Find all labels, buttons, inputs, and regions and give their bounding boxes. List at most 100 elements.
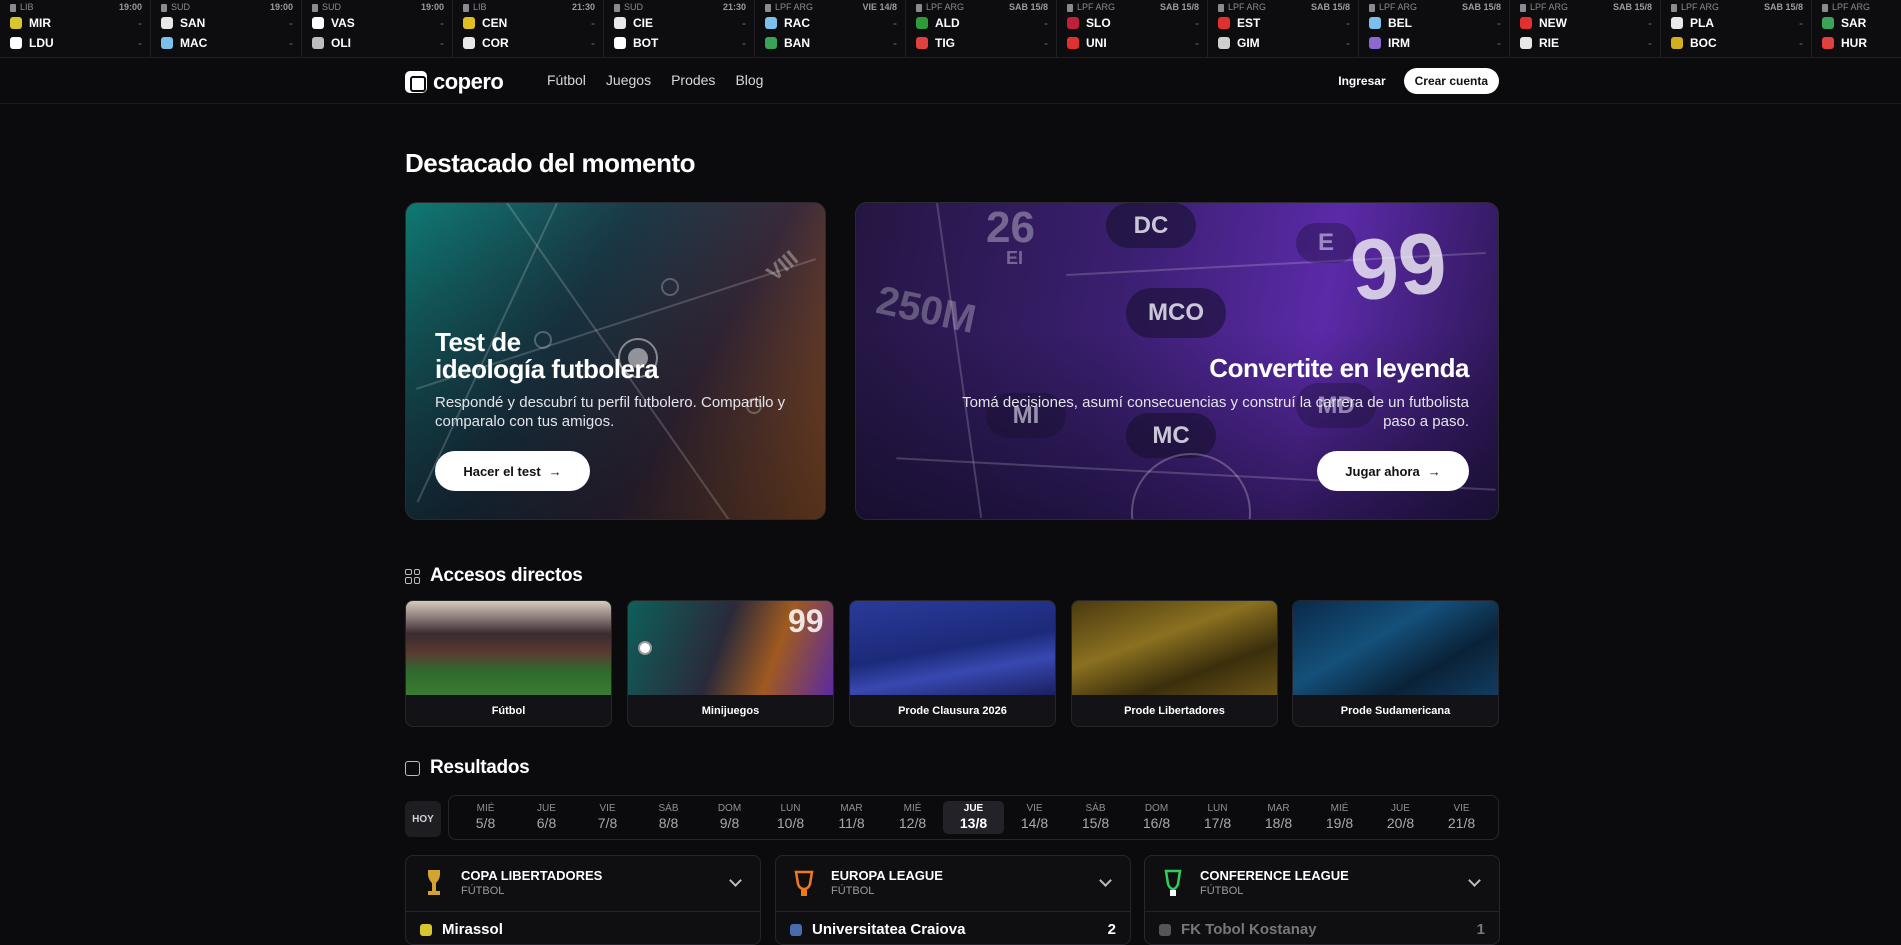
team-abbr: SLO: [1086, 16, 1111, 30]
ticker-match[interactable]: LPF ARG SAB 15/8 EST - GIM -: [1208, 0, 1359, 57]
competition-card-europa-league[interactable]: EUROPA LEAGUE FÚTBOL Universitatea Craio…: [775, 855, 1131, 945]
competition-sport: FÚTBOL: [831, 885, 875, 897]
day-option[interactable]: LUN 10/8: [760, 801, 821, 834]
competition-card-conference-league[interactable]: CONFERENCE LEAGUE FÚTBOL FK Tobol Kostan…: [1144, 855, 1500, 945]
day-date: 5/8: [475, 815, 496, 831]
ideology-test-card[interactable]: VIII Test de ideología futbolera Respond…: [405, 202, 826, 520]
shortcut-prode-clausura[interactable]: Prode Clausura 2026: [849, 600, 1056, 727]
match-row[interactable]: Mirassol: [420, 921, 746, 938]
ticker-match[interactable]: LPF ARG SAB 15/8 BEL - IRM -: [1359, 0, 1510, 57]
shortcut-prode-libertadores[interactable]: Prode Libertadores: [1071, 600, 1278, 727]
team-score: 1: [1476, 921, 1485, 938]
day-date: 17/8: [1203, 815, 1232, 831]
day-option[interactable]: VIE 14/8: [1004, 801, 1065, 834]
ticker-match[interactable]: LPF ARG VIE 14/8 RAC - BAN -: [755, 0, 906, 57]
league-icon: [765, 3, 771, 12]
take-test-button[interactable]: Hacer el test →: [435, 451, 590, 491]
team-abbr: MIR: [29, 16, 51, 30]
chevron-down-icon[interactable]: [729, 874, 742, 887]
team-crest-icon: [463, 17, 475, 29]
ticker-match[interactable]: LPF ARG SAR HUR: [1812, 0, 1901, 57]
featured-title: Destacado del momento: [405, 148, 696, 178]
libertadores-image: [1072, 601, 1277, 695]
team-abbr: SAR: [1841, 16, 1867, 30]
shortcut-futbol[interactable]: Fútbol: [405, 600, 612, 727]
ticker-match[interactable]: SUD 19:00 SAN - MAC -: [151, 0, 302, 57]
league-label: SUD: [322, 2, 342, 12]
day-option[interactable]: VIE 7/8: [577, 801, 638, 834]
team-abbr: LDU: [29, 36, 54, 50]
legend-game-card[interactable]: DC MCO MC MI MD E 99 26 250M EI Converti…: [855, 202, 1499, 520]
day-option[interactable]: JUE 6/8: [516, 801, 577, 834]
competition-name: CONFERENCE LEAGUE: [1200, 868, 1349, 883]
team-abbr: BOT: [633, 36, 659, 50]
ticker-home-row: EST -: [1218, 13, 1350, 33]
day-option[interactable]: JUE 20/8: [1370, 801, 1431, 834]
match-time: 21:30: [722, 2, 746, 12]
logo[interactable]: copero: [405, 69, 504, 95]
team-abbr: PLA: [1690, 16, 1714, 30]
team-crest-icon: [1218, 17, 1230, 29]
ticker-match[interactable]: LIB 19:00 MIR - LDU -: [0, 0, 151, 57]
ticker-match[interactable]: SUD 19:00 VAS - OLI -: [302, 0, 453, 57]
team-crest-icon: [1520, 17, 1532, 29]
decor-ei: EI: [1006, 248, 1024, 268]
login-link[interactable]: Ingresar: [1338, 74, 1385, 88]
today-button[interactable]: HOY: [405, 801, 441, 837]
day-name: VIE: [599, 803, 616, 814]
day-option[interactable]: MAR 11/8: [821, 801, 882, 834]
day-option[interactable]: DOM 16/8: [1126, 801, 1187, 834]
day-name: JUE: [1391, 803, 1410, 814]
ticker-match[interactable]: LPF ARG SAB 15/8 SLO - UNI -: [1057, 0, 1208, 57]
results-title: Resultados: [430, 757, 530, 778]
league-icon: [1369, 3, 1375, 12]
team-abbr: RIE: [1539, 36, 1560, 50]
league-icon: [916, 3, 922, 12]
day-option[interactable]: MIÉ 12/8: [882, 801, 943, 834]
ticker-match[interactable]: LPF ARG SAB 15/8 NEW - RIE -: [1510, 0, 1661, 57]
day-date: 16/8: [1142, 815, 1171, 831]
match-row[interactable]: FK Tobol Kostanay 1: [1159, 921, 1485, 938]
day-date: 15/8: [1081, 815, 1110, 831]
shortcut-label: Minijuegos: [701, 705, 760, 717]
nav-link-prodes[interactable]: Prodes: [671, 72, 715, 88]
day-option[interactable]: MIÉ 5/8: [455, 801, 516, 834]
competition-card-libertadores[interactable]: COPA LIBERTADORES FÚTBOL Mirassol: [405, 855, 761, 945]
ticker-home-row: SAR: [1822, 13, 1901, 33]
ticker-match[interactable]: SUD 21:30 CIE - BOT -: [604, 0, 755, 57]
play-now-button[interactable]: Jugar ahora →: [1317, 451, 1469, 491]
nav-link-futbol[interactable]: Fútbol: [547, 72, 586, 88]
chevron-down-icon[interactable]: [1099, 874, 1112, 887]
day-option[interactable]: MIÉ 19/8: [1309, 801, 1370, 834]
day-option[interactable]: DOM 9/8: [699, 801, 760, 834]
team-score: -: [1195, 16, 1199, 30]
ticker-match[interactable]: LPF ARG SAB 15/8 ALD - TIG -: [906, 0, 1057, 57]
day-option[interactable]: SÁB 15/8: [1065, 801, 1126, 834]
ticker-match[interactable]: LIB 21:30 CEN - COR -: [453, 0, 604, 57]
competition-name: EUROPA LEAGUE: [831, 868, 943, 883]
day-option[interactable]: VIE 21/8: [1431, 801, 1492, 834]
nav-link-juegos[interactable]: Juegos: [606, 72, 651, 88]
day-option[interactable]: SÁB 8/8: [638, 801, 699, 834]
ticker-home-row: CIE -: [614, 13, 746, 33]
signup-button[interactable]: Crear cuenta: [1403, 68, 1499, 94]
day-date: 13/8: [959, 815, 988, 831]
day-name: LUN: [780, 803, 801, 814]
ticker-match-header: LIB 21:30: [463, 2, 595, 13]
nav-link-blog[interactable]: Blog: [735, 72, 763, 88]
team-score: -: [1044, 36, 1048, 50]
match-row[interactable]: Universitatea Craiova 2: [790, 921, 1116, 938]
ticker-home-row: SAN -: [161, 13, 293, 33]
ticker-match-header: LIB 19:00: [10, 2, 142, 13]
chevron-down-icon[interactable]: [1468, 874, 1481, 887]
day-option[interactable]: JUE 13/8: [943, 801, 1004, 834]
shortcut-label: Prode Clausura 2026: [898, 705, 1007, 717]
team-abbr: HUR: [1841, 36, 1867, 50]
shortcut-prode-sudamericana[interactable]: Prode Sudamericana: [1292, 600, 1499, 727]
team-score: -: [1648, 16, 1652, 30]
team-abbr: CEN: [482, 16, 508, 30]
shortcut-minijuegos[interactable]: 99 Minijuegos: [627, 600, 834, 727]
ticker-match[interactable]: LPF ARG SAB 15/8 PLA - BOC -: [1661, 0, 1812, 57]
day-option[interactable]: MAR 18/8: [1248, 801, 1309, 834]
day-option[interactable]: LUN 17/8: [1187, 801, 1248, 834]
